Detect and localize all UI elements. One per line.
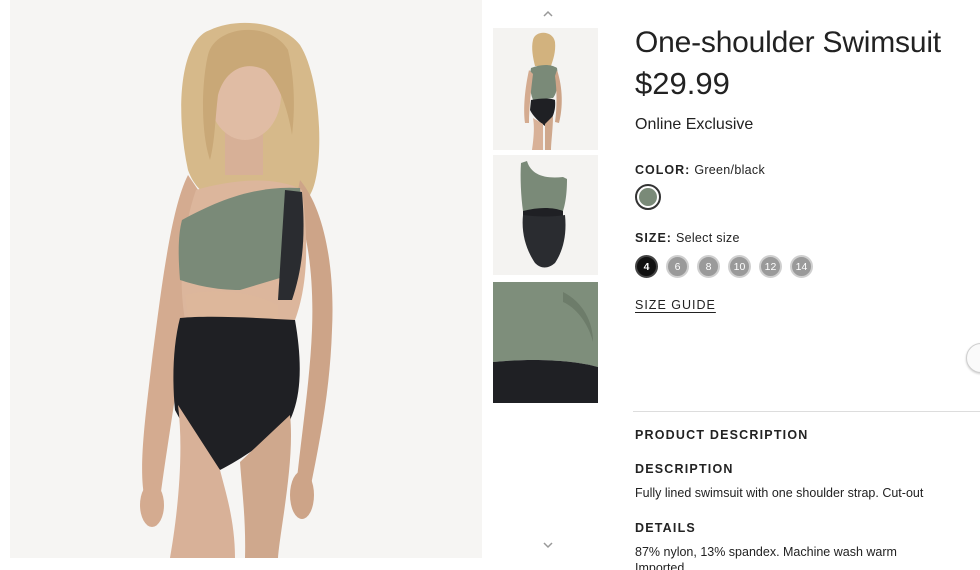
size-option-6[interactable]: 6 bbox=[666, 255, 689, 278]
product-price: $29.99 bbox=[635, 66, 730, 101]
chevron-up-icon[interactable] bbox=[541, 7, 555, 21]
online-exclusive-badge: Online Exclusive bbox=[635, 116, 754, 133]
size-label: SIZE: bbox=[635, 231, 672, 245]
size-option-8[interactable]: 8 bbox=[697, 255, 720, 278]
size-guide-link[interactable]: SIZE GUIDE bbox=[635, 298, 716, 312]
details-text: 87% nylon, 13% spandex. Machine wash war… bbox=[635, 545, 897, 559]
size-option-14[interactable]: 14 bbox=[790, 255, 813, 278]
thumbnail-swimsuit-flat[interactable] bbox=[493, 155, 598, 275]
size-option-10[interactable]: 10 bbox=[728, 255, 751, 278]
thumbnail-fabric-detail[interactable] bbox=[493, 282, 598, 403]
size-option-4[interactable]: 4 bbox=[635, 255, 658, 278]
product-info-panel: One-shoulder Swimsuit $29.99 Online Excl… bbox=[635, 0, 980, 570]
color-swatch-green-black[interactable] bbox=[635, 184, 661, 210]
details-text-imported: Imported bbox=[635, 561, 685, 570]
size-label-row: SIZE: Select size bbox=[635, 231, 740, 245]
size-option-12[interactable]: 12 bbox=[759, 255, 782, 278]
product-title: One-shoulder Swimsuit bbox=[635, 26, 941, 59]
main-product-image[interactable] bbox=[10, 0, 482, 558]
description-text: Fully lined swimsuit with one shoulder s… bbox=[635, 486, 924, 500]
details-heading: DETAILS bbox=[635, 521, 696, 535]
size-options: 4 6 8 10 12 14 bbox=[635, 255, 813, 278]
description-heading: DESCRIPTION bbox=[635, 462, 734, 476]
section-divider bbox=[633, 411, 980, 412]
color-label-row: COLOR: Green/black bbox=[635, 163, 765, 177]
color-value: Green/black bbox=[694, 163, 766, 177]
chevron-down-icon[interactable] bbox=[541, 538, 555, 552]
size-value: Select size bbox=[675, 231, 740, 245]
thumbnail-model-front[interactable] bbox=[493, 28, 598, 150]
color-label: COLOR: bbox=[635, 163, 691, 177]
product-description-heading: PRODUCT DESCRIPTION bbox=[635, 428, 809, 442]
